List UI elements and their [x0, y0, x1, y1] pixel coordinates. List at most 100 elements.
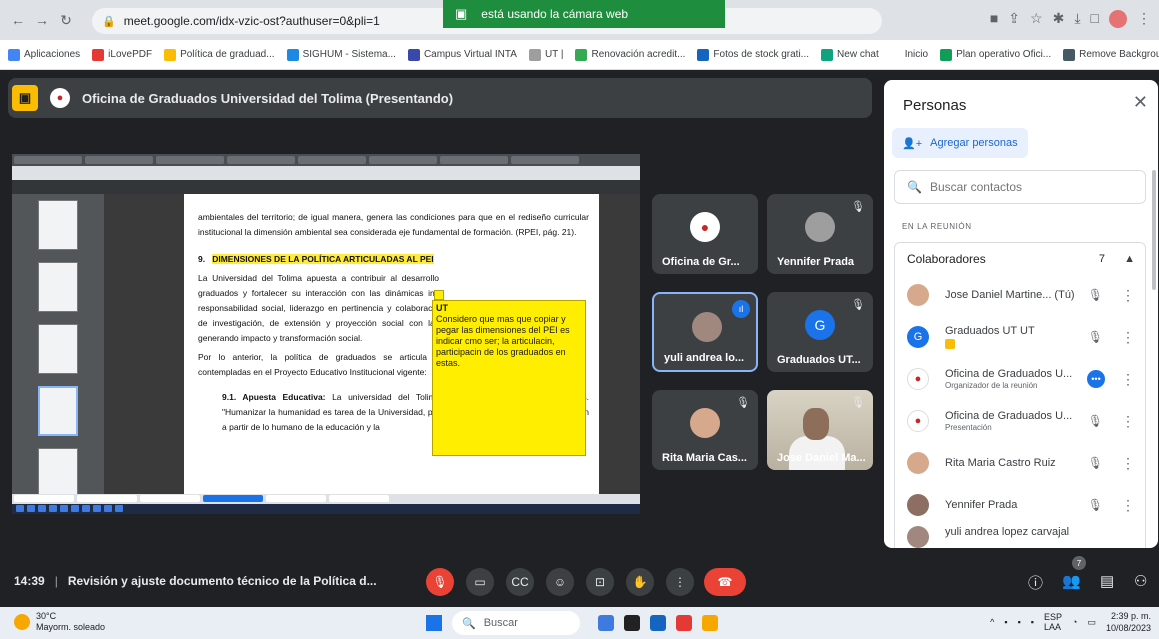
- more-vert-icon[interactable]: ⋮: [1121, 329, 1135, 346]
- camera-icon: ▣: [455, 6, 468, 21]
- mic-off-icon: 🎙: [851, 299, 865, 311]
- extensions-icon[interactable]: ✱: [1053, 10, 1065, 28]
- people-icon[interactable]: 👥: [1062, 572, 1081, 590]
- bookmark-remove-bg[interactable]: Remove Backgroun...: [1063, 48, 1159, 61]
- avatar: [907, 494, 929, 516]
- language-indicator[interactable]: ESP LAA: [1044, 612, 1062, 632]
- more-vert-icon[interactable]: ⋮: [1121, 287, 1135, 304]
- bookmark-renovacion[interactable]: Renovación acredit...: [575, 48, 685, 61]
- people-list: Jose Daniel Martine... (Tú) 🎙 ⋮ G Gradua…: [894, 274, 1146, 548]
- battery-icon[interactable]: ▭: [1087, 617, 1096, 628]
- bookmark-ut[interactable]: UT |: [528, 48, 563, 61]
- person-row[interactable]: yuli andrea lopez carvajal: [895, 526, 1145, 548]
- tile-rita[interactable]: 🎙 Rita Maria Cas...: [652, 390, 758, 470]
- bookmark-new-chat[interactable]: New chat: [821, 48, 879, 61]
- more-vert-icon[interactable]: ⋮: [1121, 371, 1135, 388]
- windows-start-icon[interactable]: [426, 615, 442, 631]
- heart-icon: [92, 48, 105, 61]
- person-row[interactable]: G Graduados UT UT 🎙 ⋮: [895, 316, 1145, 358]
- presentation-title: Oficina de Graduados Universidad del Tol…: [82, 90, 454, 106]
- collaborators-header[interactable]: Colaboradores 7 ▲: [894, 242, 1146, 274]
- bookmark-sighum[interactable]: SIGHUM - Sistema...: [286, 48, 396, 61]
- back-icon[interactable]: ←: [6, 8, 30, 32]
- star-icon[interactable]: ☆: [1030, 10, 1043, 28]
- sun-icon: [14, 614, 30, 630]
- bookmark-plan[interactable]: Plan operativo Ofici...: [940, 48, 1051, 61]
- clock[interactable]: 2:39 p. m. 10/08/2023: [1106, 610, 1151, 634]
- emoji-button[interactable]: ☺: [546, 568, 574, 596]
- panel-scrollbar[interactable]: [1152, 170, 1156, 290]
- search-input[interactable]: [929, 180, 1130, 194]
- activities-icon[interactable]: ⚇: [1134, 572, 1147, 590]
- lock-icon: 🔒: [102, 15, 116, 28]
- app-icon[interactable]: [598, 615, 614, 631]
- bookmark-ilovepdf[interactable]: iLovePDF: [92, 48, 152, 61]
- shared-tab: [14, 156, 82, 164]
- more-horizontal-icon[interactable]: •••: [1087, 370, 1105, 388]
- person-row[interactable]: ● Oficina de Graduados U... Organizador d…: [895, 358, 1145, 400]
- info-icon[interactable]: ⓘ: [1028, 572, 1043, 593]
- profile-avatar[interactable]: [1109, 10, 1127, 28]
- chevron-up-icon[interactable]: ^: [990, 617, 994, 627]
- cast-icon[interactable]: ■: [990, 10, 998, 28]
- panel-title: Personas: [903, 97, 967, 114]
- tile-yennifer[interactable]: 🎙 Yennifer Prada: [767, 194, 873, 274]
- chat-icon[interactable]: ▤: [1100, 572, 1114, 590]
- page-thumbnail: [38, 448, 78, 498]
- sidebar-icon[interactable]: □: [1091, 10, 1099, 28]
- bookmark-fotos[interactable]: Fotos de stock grati...: [697, 48, 809, 61]
- shared-tab: [14, 495, 74, 502]
- menu-dots-icon[interactable]: ⋮: [1137, 10, 1151, 28]
- more-vert-icon[interactable]: ⋮: [1121, 413, 1135, 430]
- shared-app: [16, 505, 24, 512]
- shared-app: [38, 505, 46, 512]
- shared-app: [82, 505, 90, 512]
- bookmark-campus[interactable]: Campus Virtual INTA: [407, 48, 517, 61]
- bookmark-inicio[interactable]: Inicio: [905, 49, 928, 60]
- tile-graduados[interactable]: 🎙 G Graduados UT...: [767, 292, 873, 372]
- wifi-icon[interactable]: ◔: [1072, 617, 1077, 627]
- add-people-button[interactable]: 👤+ Agregar personas: [892, 128, 1028, 158]
- tray-icon[interactable]: ▪: [1018, 617, 1021, 627]
- app-icon[interactable]: [650, 615, 666, 631]
- shared-tab: [266, 495, 326, 502]
- app-icon[interactable]: [624, 615, 640, 631]
- person-row[interactable]: ● Oficina de Graduados U... Presentación …: [895, 400, 1145, 442]
- captions-button[interactable]: CC: [506, 568, 534, 596]
- photo-icon: [697, 48, 710, 61]
- reload-icon[interactable]: ↻: [54, 8, 78, 32]
- download-icon[interactable]: ⤓: [1074, 10, 1080, 28]
- camera-banner[interactable]: ▣ está usando la cámara web: [443, 0, 725, 28]
- comment-marker: [434, 290, 444, 300]
- camera-toggle-button[interactable]: ▭: [466, 568, 494, 596]
- forward-icon[interactable]: →: [30, 8, 54, 32]
- more-options-button[interactable]: ⋮: [666, 568, 694, 596]
- mic-toggle-button[interactable]: 🎙: [426, 568, 454, 596]
- tile-oficina[interactable]: ● Oficina de Gr...: [652, 194, 758, 274]
- share-icon[interactable]: ⇪: [1008, 10, 1020, 28]
- bookmark-politica[interactable]: Política de graduad...: [164, 48, 275, 61]
- folder-icon[interactable]: [702, 615, 718, 631]
- tray-icon[interactable]: ▪: [1004, 617, 1007, 627]
- taskbar-search[interactable]: 🔍 Buscar: [452, 611, 580, 635]
- more-vert-icon[interactable]: ⋮: [1121, 455, 1135, 472]
- close-icon[interactable]: ✕: [1133, 92, 1148, 113]
- person-row[interactable]: Jose Daniel Martine... (Tú) 🎙 ⋮: [895, 274, 1145, 316]
- bookmark-apps[interactable]: Aplicaciones: [8, 48, 80, 61]
- person-row[interactable]: Yennifer Prada 🎙 ⋮: [895, 484, 1145, 526]
- chrome-icon[interactable]: [676, 615, 692, 631]
- tile-jose[interactable]: 🎙 Jose Daniel Ma...: [767, 390, 873, 470]
- more-vert-icon[interactable]: ⋮: [1121, 497, 1135, 514]
- leave-call-button[interactable]: ☎: [704, 568, 746, 596]
- person-row[interactable]: Rita Maria Castro Ruiz 🎙 ⋮: [895, 442, 1145, 484]
- tray-icon[interactable]: ▪: [1031, 617, 1034, 627]
- sighum-icon: [286, 48, 299, 61]
- bookmarks-bar: Aplicaciones iLovePDF Política de gradua…: [0, 40, 1159, 70]
- present-button[interactable]: ⊡: [586, 568, 614, 596]
- present-screen-icon[interactable]: ▣: [12, 85, 38, 111]
- organization-logo-icon: ●: [907, 410, 929, 432]
- weather-widget[interactable]: 30°C Mayorm. soleado: [14, 611, 105, 633]
- raise-hand-button[interactable]: ✋: [626, 568, 654, 596]
- search-icon: 🔍: [462, 617, 476, 630]
- tile-yuli[interactable]: ıl yuli andrea lo...: [652, 292, 758, 372]
